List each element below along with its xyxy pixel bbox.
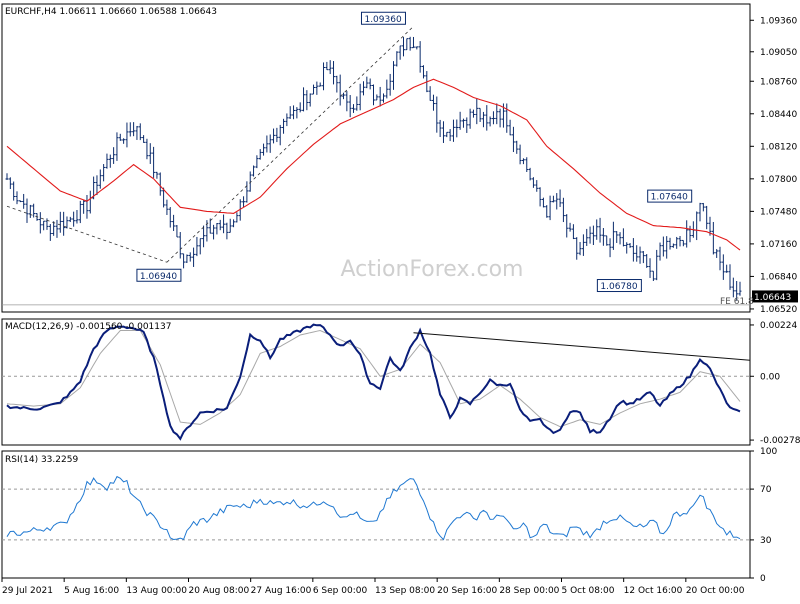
price-annotation-label: 1.06940 bbox=[140, 272, 177, 282]
price-annotation: 1.06780 bbox=[596, 279, 642, 293]
price-annotation-label: 1.07640 bbox=[651, 193, 688, 203]
xtick-label: 28 Sep 00:00 bbox=[499, 586, 559, 596]
rsi-title: RSI(14) 33.2259 bbox=[5, 455, 78, 465]
xtick-label: 20 Sep 16:00 bbox=[437, 586, 497, 596]
xtick-label: 20 Oct 00:00 bbox=[686, 586, 745, 596]
price-ytick-label: 1.09050 bbox=[760, 48, 797, 58]
price-ytick-label: 1.09360 bbox=[760, 16, 797, 26]
rsi-ytick-label: 70 bbox=[760, 485, 772, 495]
macd-title: MACD(12,26,9) -0.001560 -0.001137 bbox=[5, 322, 171, 332]
current-price-tag: 1.06643 bbox=[752, 290, 798, 303]
price-ytick-label: 1.08120 bbox=[760, 142, 797, 152]
current-price-label: 1.06643 bbox=[754, 293, 791, 303]
macd-ytick-label: 0.00224 bbox=[760, 321, 797, 331]
xtick-label: 13 Aug 00:00 bbox=[126, 586, 187, 596]
price-ytick-label: 1.08760 bbox=[760, 77, 797, 87]
chart-svg: ActionForex.com 1.09360 1.06940 1.06780 1.0… bbox=[0, 0, 800, 600]
price-ytick-label: 1.06840 bbox=[760, 272, 797, 282]
xtick-label: 5 Oct 08:00 bbox=[562, 586, 615, 596]
price-ytick-label: 1.07800 bbox=[760, 175, 797, 185]
xtick-label: 5 Aug 16:00 bbox=[64, 586, 119, 596]
price-ytick-label: 1.08440 bbox=[760, 110, 797, 120]
xtick-label: 20 Aug 08:00 bbox=[189, 586, 250, 596]
price-ytick-label: 1.07480 bbox=[760, 207, 797, 217]
xtick-label: 12 Oct 16:00 bbox=[624, 586, 683, 596]
xtick-label: 13 Sep 08:00 bbox=[375, 586, 435, 596]
price-annotation: 1.09360 bbox=[360, 11, 406, 25]
rsi-ytick-label: 0 bbox=[760, 574, 766, 584]
fe-label: FE 61.8 bbox=[720, 297, 754, 307]
price-annotation-label: 1.09360 bbox=[364, 15, 401, 25]
price-ytick-label: 1.06520 bbox=[760, 305, 797, 315]
price-annotation-label: 1.06780 bbox=[600, 282, 637, 292]
watermark: ActionForex.com bbox=[341, 257, 524, 282]
price-annotation: 1.07640 bbox=[647, 189, 693, 203]
price-annotation: 1.06940 bbox=[136, 268, 182, 282]
price-ytick-label: 1.07160 bbox=[760, 240, 797, 250]
xtick-label: 29 Jul 2021 bbox=[2, 586, 53, 596]
xtick-label: 27 Aug 16:00 bbox=[251, 586, 312, 596]
xtick-label: 6 Sep 00:00 bbox=[313, 586, 368, 596]
chart-root: ActionForex.com 1.09360 1.06940 1.06780 1.0… bbox=[0, 0, 800, 600]
rsi-ytick-label: 30 bbox=[760, 536, 772, 546]
macd-ytick-label: -0.002785 bbox=[760, 436, 800, 446]
rsi-ytick-label: 100 bbox=[760, 447, 777, 457]
price-title: EURCHF,H4 1.06611 1.06660 1.06588 1.0664… bbox=[5, 7, 217, 17]
macd-ytick-label: 0.00 bbox=[760, 372, 780, 382]
